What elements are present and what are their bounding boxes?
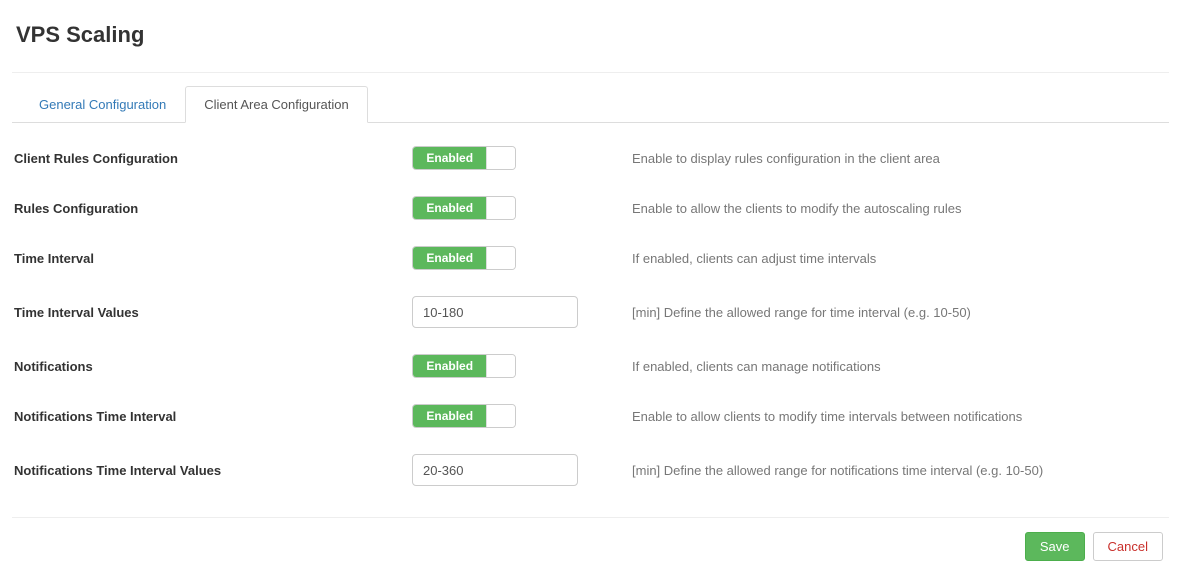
label-rules-configuration: Rules Configuration [12, 201, 412, 216]
label-notifications-time-interval-values: Notifications Time Interval Values [12, 463, 412, 478]
desc-time-interval-values: [min] Define the allowed range for time … [612, 305, 1169, 320]
toggle-client-rules-configuration[interactable]: Enabled [412, 146, 516, 170]
row-rules-configuration: Rules Configuration Enabled Enable to al… [12, 183, 1169, 233]
desc-notifications-time-interval: Enable to allow clients to modify time i… [612, 409, 1169, 424]
tabs: General Configuration Client Area Config… [12, 85, 1169, 123]
toggle-handle [486, 355, 515, 377]
toggle-on-label: Enabled [413, 197, 486, 219]
label-client-rules-configuration: Client Rules Configuration [12, 151, 412, 166]
page-title: VPS Scaling [12, 12, 1169, 72]
row-time-interval: Time Interval Enabled If enabled, client… [12, 233, 1169, 283]
desc-time-interval: If enabled, clients can adjust time inte… [612, 251, 1169, 266]
footer: Save Cancel [12, 517, 1169, 567]
row-notifications-time-interval: Notifications Time Interval Enabled Enab… [12, 391, 1169, 441]
label-notifications: Notifications [12, 359, 412, 374]
divider [12, 72, 1169, 73]
label-time-interval: Time Interval [12, 251, 412, 266]
desc-notifications-time-interval-values: [min] Define the allowed range for notif… [612, 463, 1169, 478]
toggle-on-label: Enabled [413, 355, 486, 377]
desc-notifications: If enabled, clients can manage notificat… [612, 359, 1169, 374]
cancel-button[interactable]: Cancel [1093, 532, 1163, 561]
label-time-interval-values: Time Interval Values [12, 305, 412, 320]
toggle-time-interval[interactable]: Enabled [412, 246, 516, 270]
toggle-rules-configuration[interactable]: Enabled [412, 196, 516, 220]
tab-client-area-configuration[interactable]: Client Area Configuration [185, 86, 368, 123]
save-button[interactable]: Save [1025, 532, 1085, 561]
tab-general-configuration[interactable]: General Configuration [20, 86, 185, 123]
input-notifications-time-interval-values[interactable] [412, 454, 578, 486]
desc-rules-configuration: Enable to allow the clients to modify th… [612, 201, 1169, 216]
toggle-handle [486, 197, 515, 219]
toggle-on-label: Enabled [413, 147, 486, 169]
row-client-rules-configuration: Client Rules Configuration Enabled Enabl… [12, 133, 1169, 183]
desc-client-rules-configuration: Enable to display rules configuration in… [612, 151, 1169, 166]
input-time-interval-values[interactable] [412, 296, 578, 328]
toggle-notifications[interactable]: Enabled [412, 354, 516, 378]
row-notifications: Notifications Enabled If enabled, client… [12, 341, 1169, 391]
toggle-handle [486, 247, 515, 269]
toggle-notifications-time-interval[interactable]: Enabled [412, 404, 516, 428]
toggle-on-label: Enabled [413, 405, 486, 427]
row-time-interval-values: Time Interval Values [min] Define the al… [12, 283, 1169, 341]
toggle-on-label: Enabled [413, 247, 486, 269]
row-notifications-time-interval-values: Notifications Time Interval Values [min]… [12, 441, 1169, 499]
label-notifications-time-interval: Notifications Time Interval [12, 409, 412, 424]
form-client-area: Client Rules Configuration Enabled Enabl… [12, 133, 1169, 499]
toggle-handle [486, 147, 515, 169]
toggle-handle [486, 405, 515, 427]
